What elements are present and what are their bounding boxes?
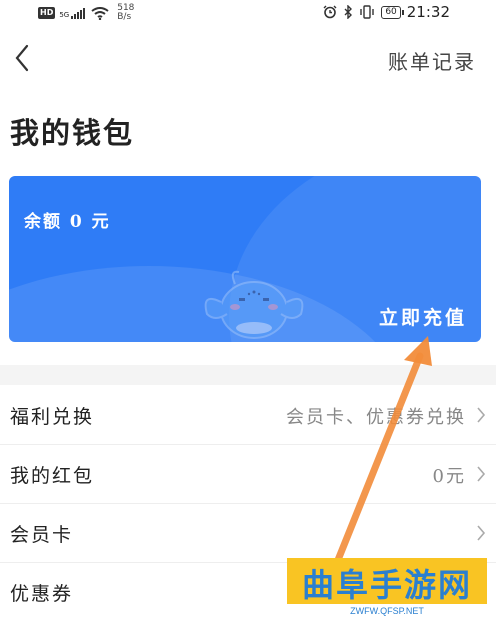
wifi-icon [91,6,109,20]
menu-item-value: 0元 [432,466,466,487]
menu-item-red-packet[interactable]: 我的红包 0元 [0,445,496,504]
vibrate-icon [360,5,375,19]
status-bar: HD 5G 518 B/s 60 21:32 [0,0,496,26]
chevron-right-icon [477,407,486,423]
menu-item-member-card[interactable]: 会员卡 [0,504,496,563]
chevron-right-icon [477,466,486,482]
chevron-right-icon [477,525,486,541]
mascot-watermark-icon [204,270,304,339]
bill-records-link[interactable]: 账单记录 [388,46,476,75]
menu-item-label: 福利兑换 [10,406,95,428]
network-type: 5G [59,10,70,19]
section-divider [0,365,496,385]
recharge-button[interactable]: 立即充值 [379,303,467,330]
menu-item-value: 会员卡、优惠券兑换 [286,407,466,428]
menu-item-label: 我的红包 [10,465,95,487]
menu-item-label: 会员卡 [10,524,74,546]
watermark-url: ZWFW.QFSP.NET [350,606,424,616]
menu-item-label: 优惠券 [10,583,74,605]
clock: 21:32 [406,3,450,21]
wallet-card: 余额 0 元 立即充值 [9,176,481,342]
nav-bar: 账单记录 [0,40,496,80]
watermark-text: 曲阜手游网 [301,566,472,604]
status-right: 60 21:32 [323,3,450,21]
status-left: HD 5G 518 B/s [38,4,134,22]
bluetooth-icon [344,5,353,19]
signal-icon: 5G [59,7,87,19]
page-title: 我的钱包 [10,116,135,150]
hd-badge: HD [38,7,56,19]
chevron-left-icon[interactable] [14,44,30,72]
balance-text: 余额 0 元 [24,212,111,232]
site-watermark: 曲阜手游网 [287,558,487,604]
alarm-icon [323,5,337,19]
net-speed: 518 B/s [117,4,134,22]
menu-item-welfare-exchange[interactable]: 福利兑换 会员卡、优惠券兑换 [0,386,496,445]
speed-unit: B/s [117,12,132,22]
battery-icon: 60 [381,5,405,19]
